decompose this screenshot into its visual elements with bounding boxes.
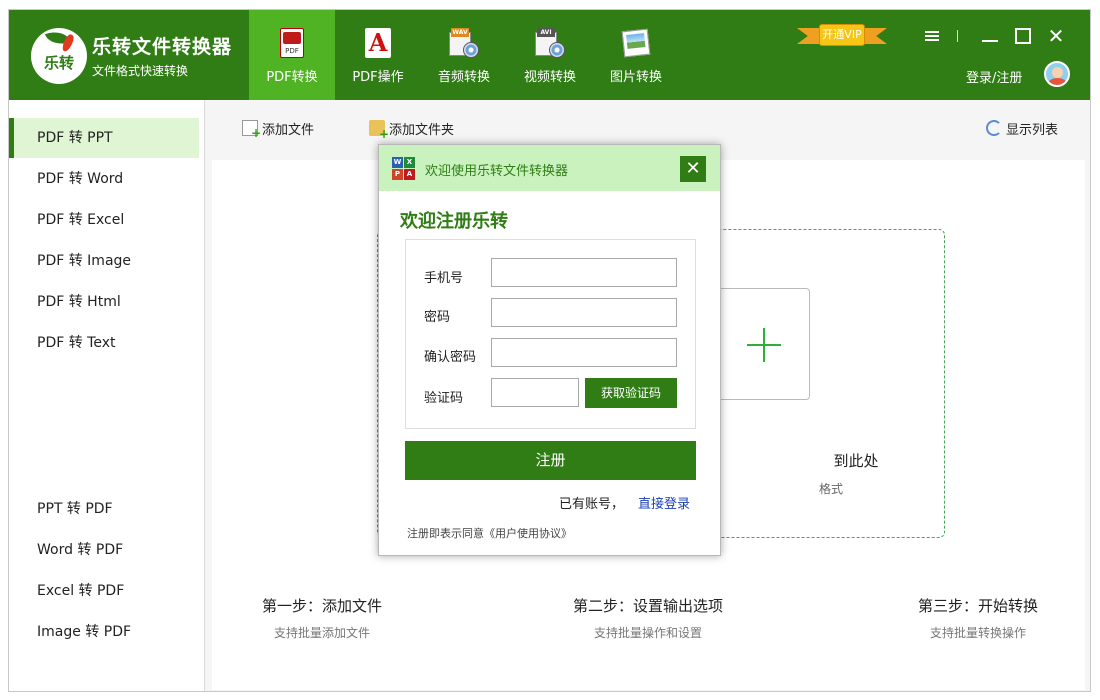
show-list-label: 显示列表 xyxy=(1006,122,1059,138)
add-folder-button[interactable]: 添加文件夹 xyxy=(369,118,455,141)
sidebar-item-excel-to-pdf[interactable]: Excel 转 PDF xyxy=(9,571,199,611)
audio-tag: WAV xyxy=(451,28,469,37)
tab-video-convert[interactable]: AVI 视频转换 xyxy=(507,10,593,100)
refresh-list-icon xyxy=(986,120,1002,136)
user-agreement-text[interactable]: 注册即表示同意《用户使用协议》 xyxy=(407,525,572,541)
tab-pdf-convert[interactable]: PDF PDF转换 xyxy=(249,10,335,100)
logo-text: 乐转 xyxy=(43,54,74,72)
sidebar-item-pdf-to-html[interactable]: PDF 转 Html xyxy=(9,282,199,322)
captcha-input[interactable] xyxy=(491,378,579,407)
phone-input[interactable] xyxy=(491,258,677,287)
tab-label: PDF转换 xyxy=(266,70,318,85)
sidebar-item-pdf-to-word[interactable]: PDF 转 Word xyxy=(9,159,199,199)
maximize-button[interactable] xyxy=(1012,25,1034,47)
show-list-button[interactable]: 显示列表 xyxy=(986,118,1058,138)
vip-button[interactable]: 开通VIP xyxy=(819,24,865,46)
office-files-icon: W X P A xyxy=(392,157,416,181)
login-register-link[interactable]: 登录/注册 xyxy=(966,67,1022,86)
direct-login-link[interactable]: 直接登录 xyxy=(638,493,690,512)
sidebar-item-image-to-pdf[interactable]: Image 转 PDF xyxy=(9,612,199,652)
has-account-text: 已有账号， xyxy=(559,497,625,512)
sidebar-item-pdf-to-ppt[interactable]: PDF 转 PPT xyxy=(9,118,199,158)
sidebar-item-pdf-to-image[interactable]: PDF 转 Image xyxy=(9,241,199,281)
add-file-box[interactable] xyxy=(718,288,810,400)
tab-audio-convert[interactable]: WAV 音频转换 xyxy=(421,10,507,100)
password-label: 密码 xyxy=(424,310,451,325)
acrobat-icon xyxy=(363,28,393,60)
dialog-header: W X P A 欢迎使用乐转文件转换器 ✕ xyxy=(379,145,720,191)
audio-file-icon: WAV xyxy=(449,28,479,60)
register-form: 手机号 密码 确认密码 验证码 获取验证码 xyxy=(405,239,696,429)
get-captcha-button[interactable]: 获取验证码 xyxy=(585,378,677,408)
app-logo: 乐转 xyxy=(31,26,87,84)
title-bar: 乐转 乐转文件转换器 文件格式快速转换 PDF PDF转换 PDF操作 WAV … xyxy=(9,10,1090,100)
step-title: 第三步：开始转换 xyxy=(917,597,1038,615)
confirm-password-input[interactable] xyxy=(491,338,677,367)
menu-button[interactable] xyxy=(921,25,943,47)
confirm-password-label: 确认密码 xyxy=(424,350,477,365)
pdf-file-icon: PDF xyxy=(277,28,307,60)
tab-image-convert[interactable]: 图片转换 xyxy=(593,10,679,100)
step-title: 第一步：添加文件 xyxy=(261,597,382,615)
add-folder-icon xyxy=(369,120,389,141)
sidebar-item-pdf-to-text[interactable]: PDF 转 Text xyxy=(9,323,199,363)
dialog-title: 欢迎使用乐转文件转换器 xyxy=(425,164,569,179)
avatar[interactable] xyxy=(1044,61,1070,87)
app-subtitle: 文件格式快速转换 xyxy=(92,64,189,78)
tab-label: 图片转换 xyxy=(609,70,662,85)
video-file-icon: AVI xyxy=(535,28,565,60)
add-folder-label: 添加文件夹 xyxy=(389,122,455,138)
main-nav: PDF PDF转换 PDF操作 WAV 音频转换 AVI 视频转换 xyxy=(249,10,679,100)
video-tag: AVI xyxy=(537,28,555,37)
step-desc: 支持批量添加文件 xyxy=(273,626,370,640)
minimize-button[interactable] xyxy=(979,25,1001,47)
sidebar: PDF 转 PPT PDF 转 Word PDF 转 Excel PDF 转 I… xyxy=(9,100,205,691)
tab-pdf-operation[interactable]: PDF操作 xyxy=(335,10,421,100)
sidebar-item-pdf-to-excel[interactable]: PDF 转 Excel xyxy=(9,200,199,240)
dialog-close-button[interactable]: ✕ xyxy=(680,156,706,182)
step-desc: 支持批量转换操作 xyxy=(929,626,1026,640)
password-input[interactable] xyxy=(491,298,677,327)
add-file-label: 添加文件 xyxy=(262,122,315,138)
app-title: 乐转文件转换器 xyxy=(92,36,233,58)
register-button[interactable]: 注册 xyxy=(405,441,696,480)
image-file-icon xyxy=(621,28,651,60)
step-desc: 支持批量操作和设置 xyxy=(593,626,702,640)
step-two: 第二步：设置输出选项 支持批量操作和设置 xyxy=(538,595,758,641)
add-file-button[interactable]: 添加文件 xyxy=(242,118,315,140)
tab-label: 视频转换 xyxy=(523,70,576,85)
captcha-label: 验证码 xyxy=(424,391,464,406)
window-controls-divider xyxy=(957,30,958,42)
step-one: 第一步：添加文件 支持批量添加文件 xyxy=(212,595,432,641)
step-title: 第二步：设置输出选项 xyxy=(572,597,723,615)
tab-label: PDF操作 xyxy=(352,70,404,85)
sidebar-item-word-to-pdf[interactable]: Word 转 PDF xyxy=(9,530,199,570)
vip-ribbon[interactable]: 开通VIP xyxy=(797,24,887,48)
sidebar-item-ppt-to-pdf[interactable]: PPT 转 PDF xyxy=(9,489,199,529)
close-button[interactable]: ✕ xyxy=(1045,25,1067,47)
register-dialog: W X P A 欢迎使用乐转文件转换器 ✕ 欢迎注册乐转 手机号 密码 确认密码… xyxy=(378,144,721,556)
tab-label: 音频转换 xyxy=(437,70,490,85)
register-heading: 欢迎注册乐转 xyxy=(400,211,508,232)
step-three: 第三步：开始转换 支持批量转换操作 xyxy=(868,595,1088,641)
phone-label: 手机号 xyxy=(424,271,464,286)
add-file-icon xyxy=(242,120,261,140)
